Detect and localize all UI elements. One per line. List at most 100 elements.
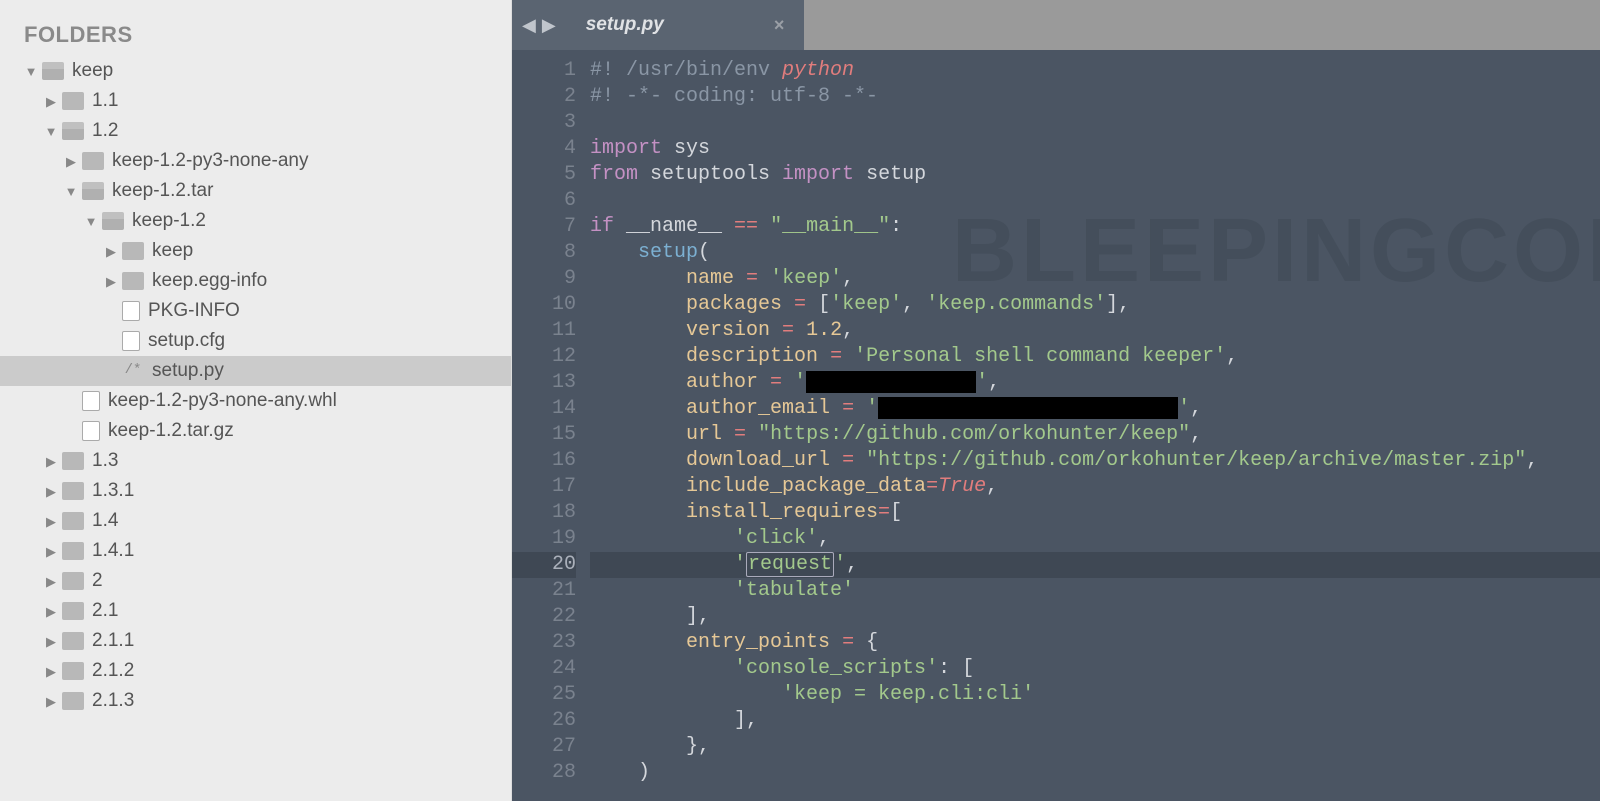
code-text: #! -*- coding: utf-8 -*- — [590, 85, 878, 108]
line-number[interactable]: 16 — [512, 448, 576, 474]
disclosure-arrow-icon[interactable] — [44, 124, 58, 138]
tree-item-keep[interactable]: keep — [0, 56, 511, 86]
disclosure-arrow-icon[interactable] — [44, 604, 58, 618]
folder-open-icon — [102, 212, 124, 230]
tab-setup-py[interactable]: setup.py × — [566, 0, 805, 50]
disclosure-arrow-icon[interactable] — [104, 244, 118, 258]
tree-item-label: keep-1.2-py3-none-any.whl — [108, 390, 337, 412]
disclosure-arrow-icon[interactable] — [84, 214, 98, 228]
tab-filename: setup.py — [586, 14, 664, 36]
line-number[interactable]: 23 — [512, 630, 576, 656]
close-icon[interactable]: × — [774, 15, 785, 36]
tree-item-label: 1.3 — [92, 450, 118, 472]
nav-forward-icon[interactable]: ▶ — [542, 15, 556, 36]
tree-item-1-1[interactable]: 1.1 — [0, 86, 511, 116]
code-text: author_email — [686, 397, 830, 420]
line-number[interactable]: 4 — [512, 136, 576, 162]
editor-area: ◀ ▶ setup.py × BLEEPINGCOMPUTER 12345678… — [512, 0, 1600, 801]
tree-item-2-1-1[interactable]: 2.1.1 — [0, 626, 511, 656]
line-number[interactable]: 24 — [512, 656, 576, 682]
tree-item-label: 2.1.3 — [92, 690, 134, 712]
tree-item-2[interactable]: 2 — [0, 566, 511, 596]
code-container[interactable]: 1234567891011121314151617181920212223242… — [512, 50, 1600, 801]
disclosure-arrow-icon[interactable] — [44, 664, 58, 678]
code-text: import — [782, 163, 854, 186]
tree-item-setup-cfg[interactable]: setup.cfg — [0, 326, 511, 356]
line-number[interactable]: 26 — [512, 708, 576, 734]
tree-item-1-4[interactable]: 1.4 — [0, 506, 511, 536]
tree-item-keep[interactable]: keep — [0, 236, 511, 266]
tree-item-2-1-3[interactable]: 2.1.3 — [0, 686, 511, 716]
tree-item-label: 2.1 — [92, 600, 118, 622]
tree-item-label: keep — [72, 60, 113, 82]
line-number[interactable]: 15 — [512, 422, 576, 448]
line-number[interactable]: 28 — [512, 760, 576, 786]
line-number[interactable]: 21 — [512, 578, 576, 604]
tree-item-1-3[interactable]: 1.3 — [0, 446, 511, 476]
disclosure-arrow-icon[interactable] — [44, 514, 58, 528]
folder-icon — [62, 602, 84, 620]
tree-item-label: keep — [152, 240, 193, 262]
line-number[interactable]: 13 — [512, 370, 576, 396]
disclosure-arrow-icon[interactable] — [64, 184, 78, 198]
folder-icon — [62, 542, 84, 560]
disclosure-arrow-icon[interactable] — [24, 64, 38, 78]
code-text: request — [746, 552, 834, 577]
line-number[interactable]: 9 — [512, 266, 576, 292]
line-number[interactable]: 11 — [512, 318, 576, 344]
line-number[interactable]: 6 — [512, 188, 576, 214]
nav-back-icon[interactable]: ◀ — [522, 15, 536, 36]
line-number[interactable]: 22 — [512, 604, 576, 630]
code-text: download_url — [686, 449, 830, 472]
tree-item-2-1[interactable]: 2.1 — [0, 596, 511, 626]
code-text: 'keep = keep.cli:cli' — [782, 683, 1034, 706]
folder-icon — [62, 452, 84, 470]
line-number[interactable]: 20 — [512, 552, 576, 578]
tree-item-1-3-1[interactable]: 1.3.1 — [0, 476, 511, 506]
line-number[interactable]: 27 — [512, 734, 576, 760]
tree-item-keep-1-2-py3-none-any[interactable]: keep-1.2-py3-none-any — [0, 146, 511, 176]
tree-item-2-1-2[interactable]: 2.1.2 — [0, 656, 511, 686]
line-number[interactable]: 19 — [512, 526, 576, 552]
file-icon — [82, 421, 100, 441]
code-file-icon: /* — [122, 362, 144, 380]
tree-item-pkg-info[interactable]: PKG-INFO — [0, 296, 511, 326]
disclosure-arrow-icon[interactable] — [44, 484, 58, 498]
folder-icon — [62, 632, 84, 650]
tree-item-keep-1-2[interactable]: keep-1.2 — [0, 206, 511, 236]
line-number[interactable]: 2 — [512, 84, 576, 110]
line-number[interactable]: 25 — [512, 682, 576, 708]
line-number[interactable]: 14 — [512, 396, 576, 422]
line-number[interactable]: 12 — [512, 344, 576, 370]
code-body[interactable]: #! /usr/bin/env python #! -*- coding: ut… — [590, 58, 1600, 801]
disclosure-arrow-icon[interactable] — [44, 694, 58, 708]
code-text: "https://github.com/orkohunter/keep/arch… — [866, 449, 1526, 472]
line-number[interactable]: 10 — [512, 292, 576, 318]
folder-icon — [62, 662, 84, 680]
line-number[interactable]: 3 — [512, 110, 576, 136]
code-text: name — [686, 267, 734, 290]
tree-item-keep-1-2-py3-none-any-whl[interactable]: keep-1.2-py3-none-any.whl — [0, 386, 511, 416]
line-number[interactable]: 18 — [512, 500, 576, 526]
tree-item-1-4-1[interactable]: 1.4.1 — [0, 536, 511, 566]
code-text: "__main__" — [758, 215, 890, 238]
line-number[interactable]: 1 — [512, 58, 576, 84]
disclosure-arrow-icon[interactable] — [44, 454, 58, 468]
disclosure-arrow-icon[interactable] — [44, 574, 58, 588]
disclosure-arrow-icon[interactable] — [104, 274, 118, 288]
line-number[interactable]: 8 — [512, 240, 576, 266]
code-text: setup — [854, 163, 926, 186]
disclosure-arrow-icon[interactable] — [44, 544, 58, 558]
code-text: setup — [638, 241, 698, 264]
line-number[interactable]: 17 — [512, 474, 576, 500]
tree-item-1-2[interactable]: 1.2 — [0, 116, 511, 146]
tree-item-keep-1-2-tar[interactable]: keep-1.2.tar — [0, 176, 511, 206]
tree-item-setup-py[interactable]: /*setup.py — [0, 356, 511, 386]
disclosure-arrow-icon[interactable] — [44, 634, 58, 648]
line-number[interactable]: 7 — [512, 214, 576, 240]
disclosure-arrow-icon[interactable] — [44, 94, 58, 108]
line-number[interactable]: 5 — [512, 162, 576, 188]
tree-item-keep-1-2-tar-gz[interactable]: keep-1.2.tar.gz — [0, 416, 511, 446]
disclosure-arrow-icon[interactable] — [64, 154, 78, 168]
tree-item-keep-egg-info[interactable]: keep.egg-info — [0, 266, 511, 296]
